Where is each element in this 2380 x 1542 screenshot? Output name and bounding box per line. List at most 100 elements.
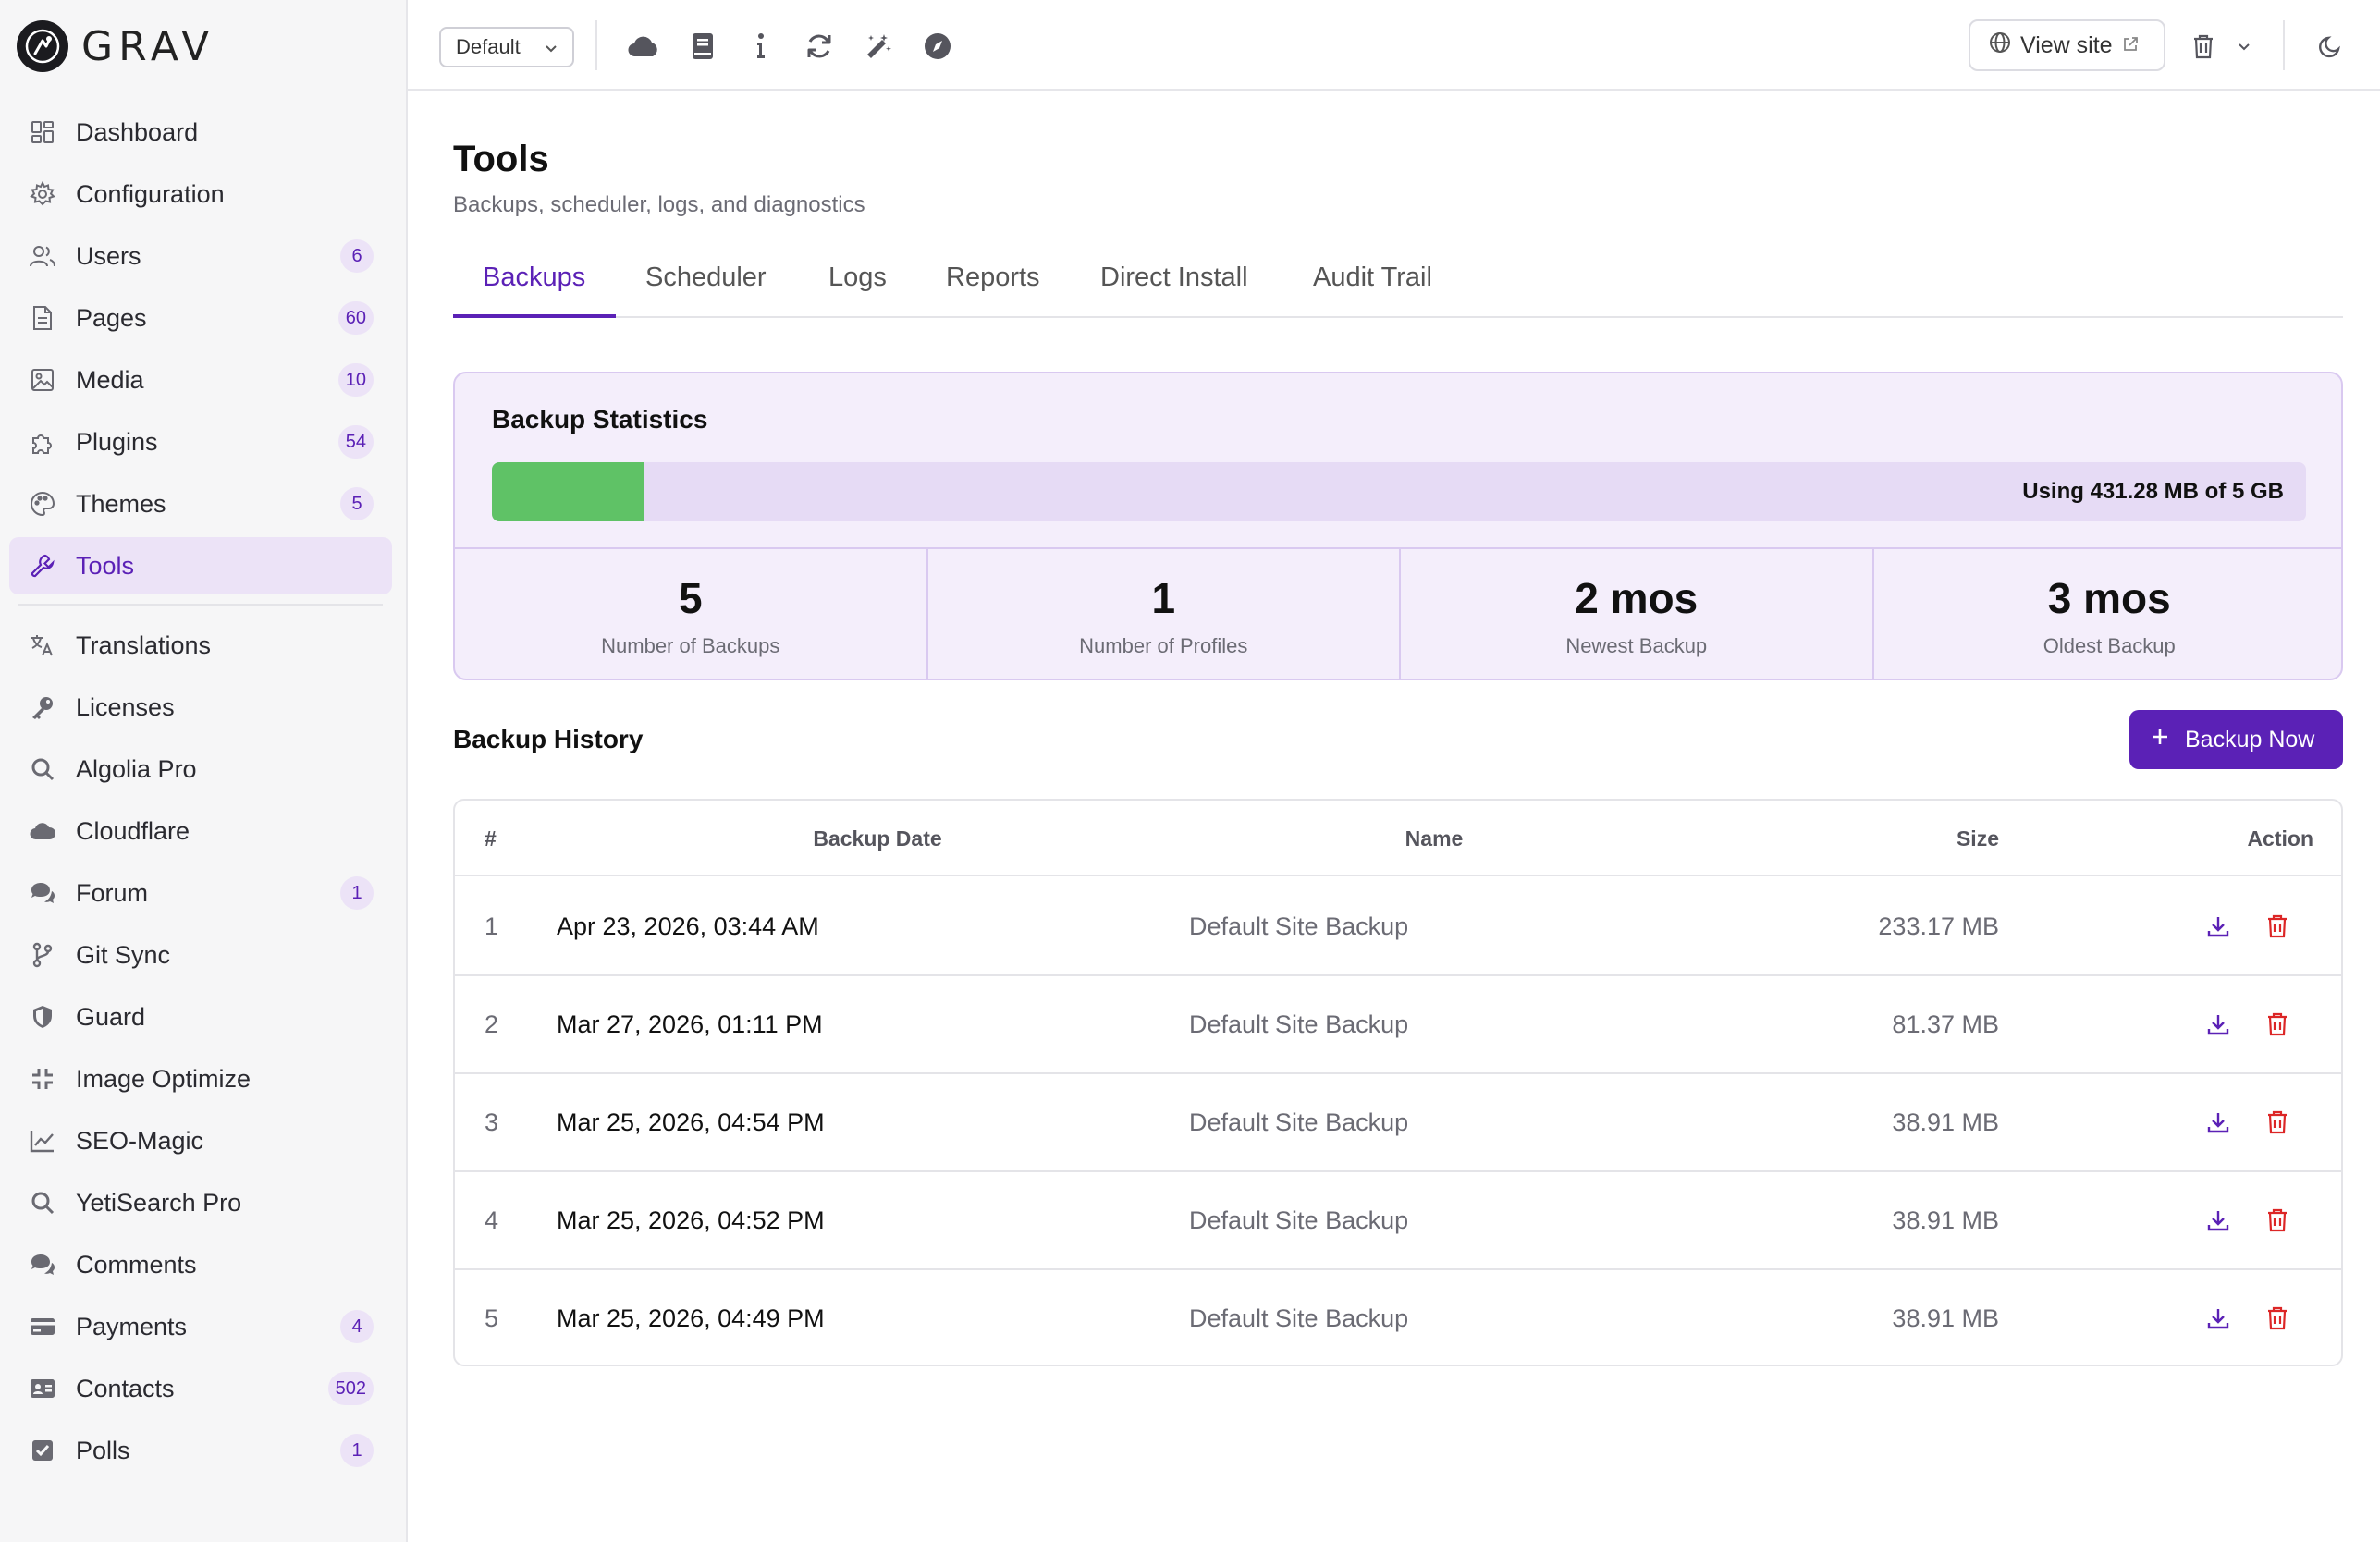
row-number: 4 — [485, 1205, 499, 1234]
count-badge: 54 — [337, 425, 374, 459]
sidebar-item-label: Licenses — [76, 692, 175, 721]
backup-history-table: # Backup Date Name Size Action 1 Apr 23, … — [453, 799, 2343, 1366]
tab-reports[interactable]: Reports — [946, 255, 1040, 318]
sidebar-item-payments[interactable]: Payments 4 — [9, 1298, 392, 1355]
tab-direct-install[interactable]: Direct Install — [1100, 255, 1248, 318]
environment-select[interactable]: Default — [439, 27, 574, 67]
sidebar-item-label: Algolia Pro — [76, 754, 197, 783]
count-badge: 1 — [340, 1434, 374, 1467]
sidebar-item-translations[interactable]: Translations — [9, 617, 392, 674]
sidebar-item-cloudflare[interactable]: Cloudflare — [9, 802, 392, 860]
download-icon[interactable] — [2202, 1204, 2235, 1237]
sidebar-item-forum[interactable]: Forum 1 — [9, 864, 392, 922]
info-icon[interactable] — [742, 28, 779, 65]
row-name: Default Site Backup — [1189, 1205, 1409, 1234]
tab-logs[interactable]: Logs — [828, 255, 887, 318]
backup-now-button[interactable]: Backup Now — [2129, 710, 2343, 769]
sidebar-item-image-optimize[interactable]: Image Optimize — [9, 1050, 392, 1108]
table-row: 3 Mar 25, 2026, 04:54 PM Default Site Back… — [455, 1074, 2341, 1172]
comments-icon — [28, 1250, 57, 1279]
sidebar-item-label: Image Optimize — [76, 1064, 251, 1093]
table-row: 2 Mar 27, 2026, 01:11 PM Default Site Back… — [455, 976, 2341, 1074]
chat-icon — [28, 878, 57, 908]
row-number: 5 — [485, 1303, 499, 1332]
backup-statistics-title: Backup Statistics — [492, 405, 708, 434]
sidebar-item-themes[interactable]: Themes 5 — [9, 475, 392, 532]
search-icon — [28, 1188, 57, 1218]
column-header-name[interactable]: Name — [1380, 801, 1489, 876]
refresh-icon[interactable] — [801, 28, 838, 65]
topbar: Default View site — [408, 0, 2380, 91]
download-icon[interactable] — [2202, 910, 2235, 943]
delete-icon[interactable] — [2261, 910, 2294, 943]
sidebar-item-label: Tools — [76, 551, 135, 580]
page-subtitle: Backups, scheduler, logs, and diagnostic… — [453, 192, 865, 217]
download-icon[interactable] — [2202, 1302, 2235, 1335]
page-icon — [28, 303, 57, 333]
sidebar-item-label: Forum — [76, 878, 149, 907]
table-header: # Backup Date Name Size Action — [455, 801, 2341, 876]
book-icon[interactable] — [684, 28, 721, 65]
trash-icon[interactable] — [2185, 28, 2222, 65]
delete-icon[interactable] — [2261, 1008, 2294, 1041]
sidebar-item-contacts[interactable]: Contacts 502 — [9, 1360, 392, 1417]
tab-audit-trail[interactable]: Audit Trail — [1313, 255, 1432, 318]
toolbar-divider — [2283, 20, 2285, 70]
sidebar-item-pages[interactable]: Pages 60 — [9, 289, 392, 347]
table-row: 4 Mar 25, 2026, 04:52 PM Default Site Back… — [455, 1172, 2341, 1270]
sidebar-item-seo-magic[interactable]: SEO-Magic — [9, 1112, 392, 1169]
sidebar-item-label: Pages — [76, 303, 147, 332]
count-badge: 4 — [340, 1310, 374, 1343]
key-icon — [28, 692, 57, 722]
magic-wand-icon[interactable] — [860, 28, 897, 65]
compass-icon[interactable] — [919, 28, 956, 65]
sidebar-item-tools[interactable]: Tools — [9, 537, 392, 594]
sidebar-item-label: Polls — [76, 1436, 130, 1464]
row-size: 233.17 MB — [1878, 912, 1999, 940]
sidebar-item-label: Contacts — [76, 1374, 175, 1402]
sidebar-item-yetisearch-pro[interactable]: YetiSearch Pro — [9, 1174, 392, 1231]
delete-icon[interactable] — [2261, 1204, 2294, 1237]
sidebar-item-git-sync[interactable]: Git Sync — [9, 926, 392, 984]
sidebar-item-licenses[interactable]: Licenses — [9, 679, 392, 736]
download-icon[interactable] — [2202, 1008, 2235, 1041]
stat-oldest-backup: 3 mos Oldest Backup — [1874, 549, 2342, 679]
backup-statistics-card: Backup Statistics Using 431.28 MB of 5 G… — [453, 372, 2343, 680]
sidebar-item-users[interactable]: Users 6 — [9, 227, 392, 285]
chevron-down-icon[interactable] — [2226, 28, 2263, 65]
sidebar-item-media[interactable]: Media 10 — [9, 351, 392, 409]
chevron-down-icon — [543, 38, 559, 62]
sidebar-item-label: SEO-Magic — [76, 1126, 204, 1155]
sidebar-item-guard[interactable]: Guard — [9, 988, 392, 1046]
sidebar-item-dashboard[interactable]: Dashboard — [9, 104, 392, 161]
sidebar-item-label: Comments — [76, 1250, 197, 1279]
sidebar-item-polls[interactable]: Polls 1 — [9, 1422, 392, 1479]
row-size: 38.91 MB — [1892, 1108, 1999, 1136]
sidebar-item-configuration[interactable]: Configuration — [9, 165, 392, 223]
backup-now-label: Backup Now — [2185, 726, 2315, 753]
delete-icon[interactable] — [2261, 1302, 2294, 1335]
view-site-button[interactable]: View site — [1969, 19, 2165, 71]
moon-icon[interactable] — [2313, 28, 2349, 65]
brand[interactable]: GRAV — [17, 20, 215, 72]
tab-backups[interactable]: Backups — [453, 255, 616, 318]
sidebar-item-algolia-pro[interactable]: Algolia Pro — [9, 740, 392, 798]
cloud-icon[interactable] — [625, 28, 662, 65]
sidebar-item-comments[interactable]: Comments — [9, 1236, 392, 1293]
column-header-backup-date[interactable]: Backup Date — [779, 801, 976, 876]
download-icon[interactable] — [2202, 1106, 2235, 1139]
delete-icon[interactable] — [2261, 1106, 2294, 1139]
sidebar-divider — [18, 604, 383, 606]
view-site-label: View site — [2020, 31, 2113, 58]
page-title: Tools — [453, 139, 549, 179]
sidebar-item-plugins[interactable]: Plugins 54 — [9, 413, 392, 471]
row-name: Default Site Backup — [1189, 1108, 1409, 1136]
stat-value: 3 mos — [2047, 574, 2171, 622]
cloud-icon — [28, 816, 57, 846]
tab-scheduler[interactable]: Scheduler — [645, 255, 767, 318]
count-badge: 10 — [337, 363, 374, 397]
credit-card-icon — [28, 1312, 57, 1341]
sidebar-item-label: Plugins — [76, 427, 158, 456]
column-header-size[interactable]: Size — [1934, 801, 1999, 876]
tools-tabs: Backups Scheduler Logs Reports Direct In… — [453, 255, 2343, 318]
